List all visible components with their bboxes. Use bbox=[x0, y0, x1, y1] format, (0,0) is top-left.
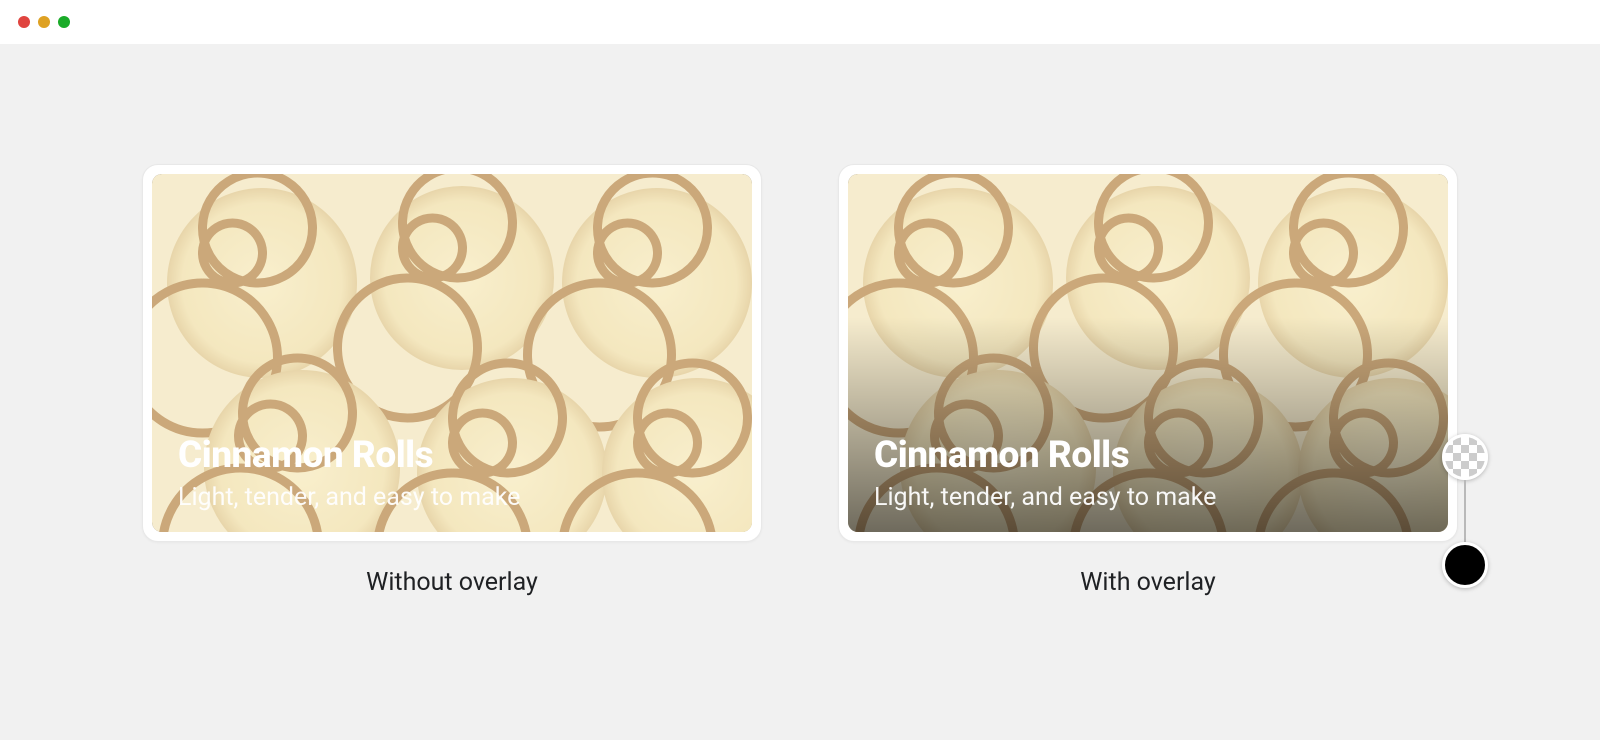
gradient-stop-transparent[interactable] bbox=[1442, 434, 1488, 480]
card-text: Cinnamon Rolls Light, tender, and easy t… bbox=[178, 434, 726, 512]
gradient-control bbox=[1442, 434, 1488, 588]
close-window-button[interactable] bbox=[18, 16, 30, 28]
card-subtitle: Light, tender, and easy to make bbox=[874, 483, 1422, 512]
card-subtitle: Light, tender, and easy to make bbox=[178, 483, 726, 512]
gradient-track[interactable] bbox=[1464, 480, 1466, 542]
card-frame: Cinnamon Rolls Light, tender, and easy t… bbox=[838, 164, 1458, 542]
example-with-overlay: Cinnamon Rolls Light, tender, and easy t… bbox=[838, 164, 1458, 740]
maximize-window-button[interactable] bbox=[58, 16, 70, 28]
card-title: Cinnamon Rolls bbox=[874, 434, 1422, 477]
gradient-stop-black[interactable] bbox=[1442, 542, 1488, 588]
window-titlebar bbox=[0, 0, 1600, 44]
minimize-window-button[interactable] bbox=[38, 16, 50, 28]
card-frame: Cinnamon Rolls Light, tender, and easy t… bbox=[142, 164, 762, 542]
app-body: Cinnamon Rolls Light, tender, and easy t… bbox=[0, 44, 1600, 740]
card-caption: Without overlay bbox=[366, 568, 538, 597]
card-caption: With overlay bbox=[1080, 568, 1216, 597]
card-text: Cinnamon Rolls Light, tender, and easy t… bbox=[874, 434, 1422, 512]
card-image-area: Cinnamon Rolls Light, tender, and easy t… bbox=[152, 174, 752, 532]
card-title: Cinnamon Rolls bbox=[178, 434, 726, 477]
example-without-overlay: Cinnamon Rolls Light, tender, and easy t… bbox=[142, 164, 762, 740]
card-image-area: Cinnamon Rolls Light, tender, and easy t… bbox=[848, 174, 1448, 532]
